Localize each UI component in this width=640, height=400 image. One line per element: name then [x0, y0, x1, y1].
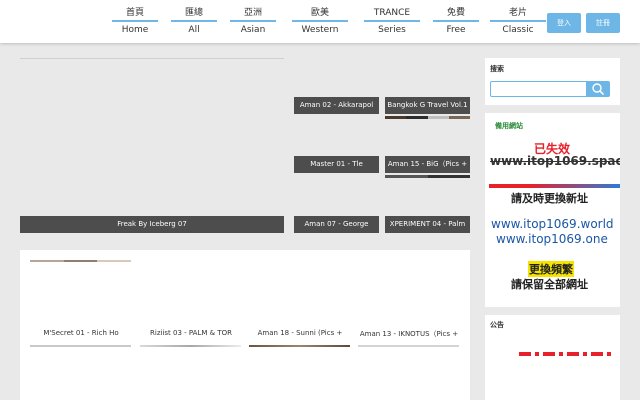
nav-underline [112, 20, 158, 22]
nav-asian[interactable]: 亞洲 Asian [230, 7, 276, 36]
nav-underline [292, 20, 348, 22]
featured-tile-caption[interactable]: XPERIMENT 04 - Palm [385, 216, 470, 233]
card-thumb-edge [358, 345, 459, 347]
nav-free-zh: 免費 [446, 8, 465, 18]
top-header: 首頁 Home 匯總 All 亞洲 Asian 歐美 Western TRANC… [0, 0, 640, 43]
card-thumb-edge [249, 345, 350, 347]
update-note: 請及時更換新址 [511, 192, 588, 205]
search-icon [592, 83, 604, 95]
change-note: 更換頻繁 [528, 261, 574, 277]
login-button[interactable]: 登入 [547, 13, 581, 33]
nav-series-zh: TRANCE [373, 8, 411, 18]
search-title: 搜索 [490, 65, 504, 73]
nav-underline [364, 20, 420, 22]
notice-banner-edge [519, 352, 611, 356]
featured-tile-caption[interactable]: Aman 02 - Akkarapol [294, 97, 379, 114]
thumbnail-strip [385, 116, 470, 119]
featured-main-caption[interactable]: Freak By Iceberg 07 [20, 216, 284, 233]
search-input[interactable] [490, 81, 587, 97]
card-title[interactable]: Aman 13 - IKNOTUS（Pics + [358, 329, 460, 339]
nav-series-en: Series [378, 25, 406, 35]
backup-sites-title: 備用網站 [495, 122, 523, 130]
nav-free[interactable]: 免費 Free [433, 7, 479, 36]
old-domain: www.itop1069.space [490, 154, 620, 168]
nav-free-en: Free [446, 25, 466, 35]
video-list-panel [20, 250, 470, 400]
card-thumb-edge [140, 345, 241, 347]
card-thumb-edge [30, 345, 131, 347]
nav-asian-zh: 亞洲 [243, 8, 262, 18]
nav-underline [433, 20, 479, 22]
nav-home-en: Home [121, 25, 149, 35]
card-title[interactable]: M'Secret 01 - Rich Ho [30, 329, 132, 337]
featured-divider [20, 58, 284, 59]
nav-western-zh: 歐美 [310, 8, 329, 18]
thumbnail-strip [385, 175, 470, 178]
nav-underline [171, 20, 217, 22]
register-button[interactable]: 註冊 [586, 13, 620, 33]
nav-series[interactable]: TRANCE Series [364, 7, 420, 36]
nav-western-en: Western [301, 25, 339, 35]
nav-all-en: All [188, 25, 200, 35]
search-button[interactable] [586, 81, 610, 97]
nav-western[interactable]: 歐美 Western [292, 7, 348, 36]
nav-classic-en: Classic [502, 25, 534, 35]
nav-all[interactable]: 匯總 All [171, 7, 217, 36]
nav-all-zh: 匯總 [184, 8, 203, 18]
nav-asian-en: Asian [240, 25, 266, 35]
featured-tile-caption[interactable]: Aman 15 - BiG（Pics + [385, 156, 470, 173]
nav-underline [490, 20, 546, 22]
keep-note: 請保留全部網址 [511, 278, 588, 291]
new-domain-one[interactable]: www.itop1069.one [496, 232, 608, 246]
nav-home-zh: 首頁 [125, 8, 144, 18]
featured-tile-caption[interactable]: Bangkok G Travel Vol.1 [385, 97, 470, 114]
nav-classic-zh: 老片 [508, 8, 527, 18]
nav-home[interactable]: 首頁 Home [112, 7, 158, 36]
notice-title: 公告 [490, 321, 504, 329]
nav-underline [230, 20, 276, 22]
new-domain-world[interactable]: www.itop1069.world [491, 217, 614, 231]
card-title[interactable]: Riziist 03 - PALM & TOR [140, 329, 242, 337]
nav-classic[interactable]: 老片 Classic [490, 7, 546, 36]
divider-bar [489, 184, 620, 188]
card-title[interactable]: Aman 18 - Sunni (Pics + [249, 329, 351, 337]
notice-widget [485, 315, 620, 400]
featured-tile-caption[interactable]: Master 01 - Tle [294, 156, 379, 173]
featured-tile-caption[interactable]: Aman 07 - George [294, 216, 379, 233]
card-thumb-strip [30, 260, 132, 262]
